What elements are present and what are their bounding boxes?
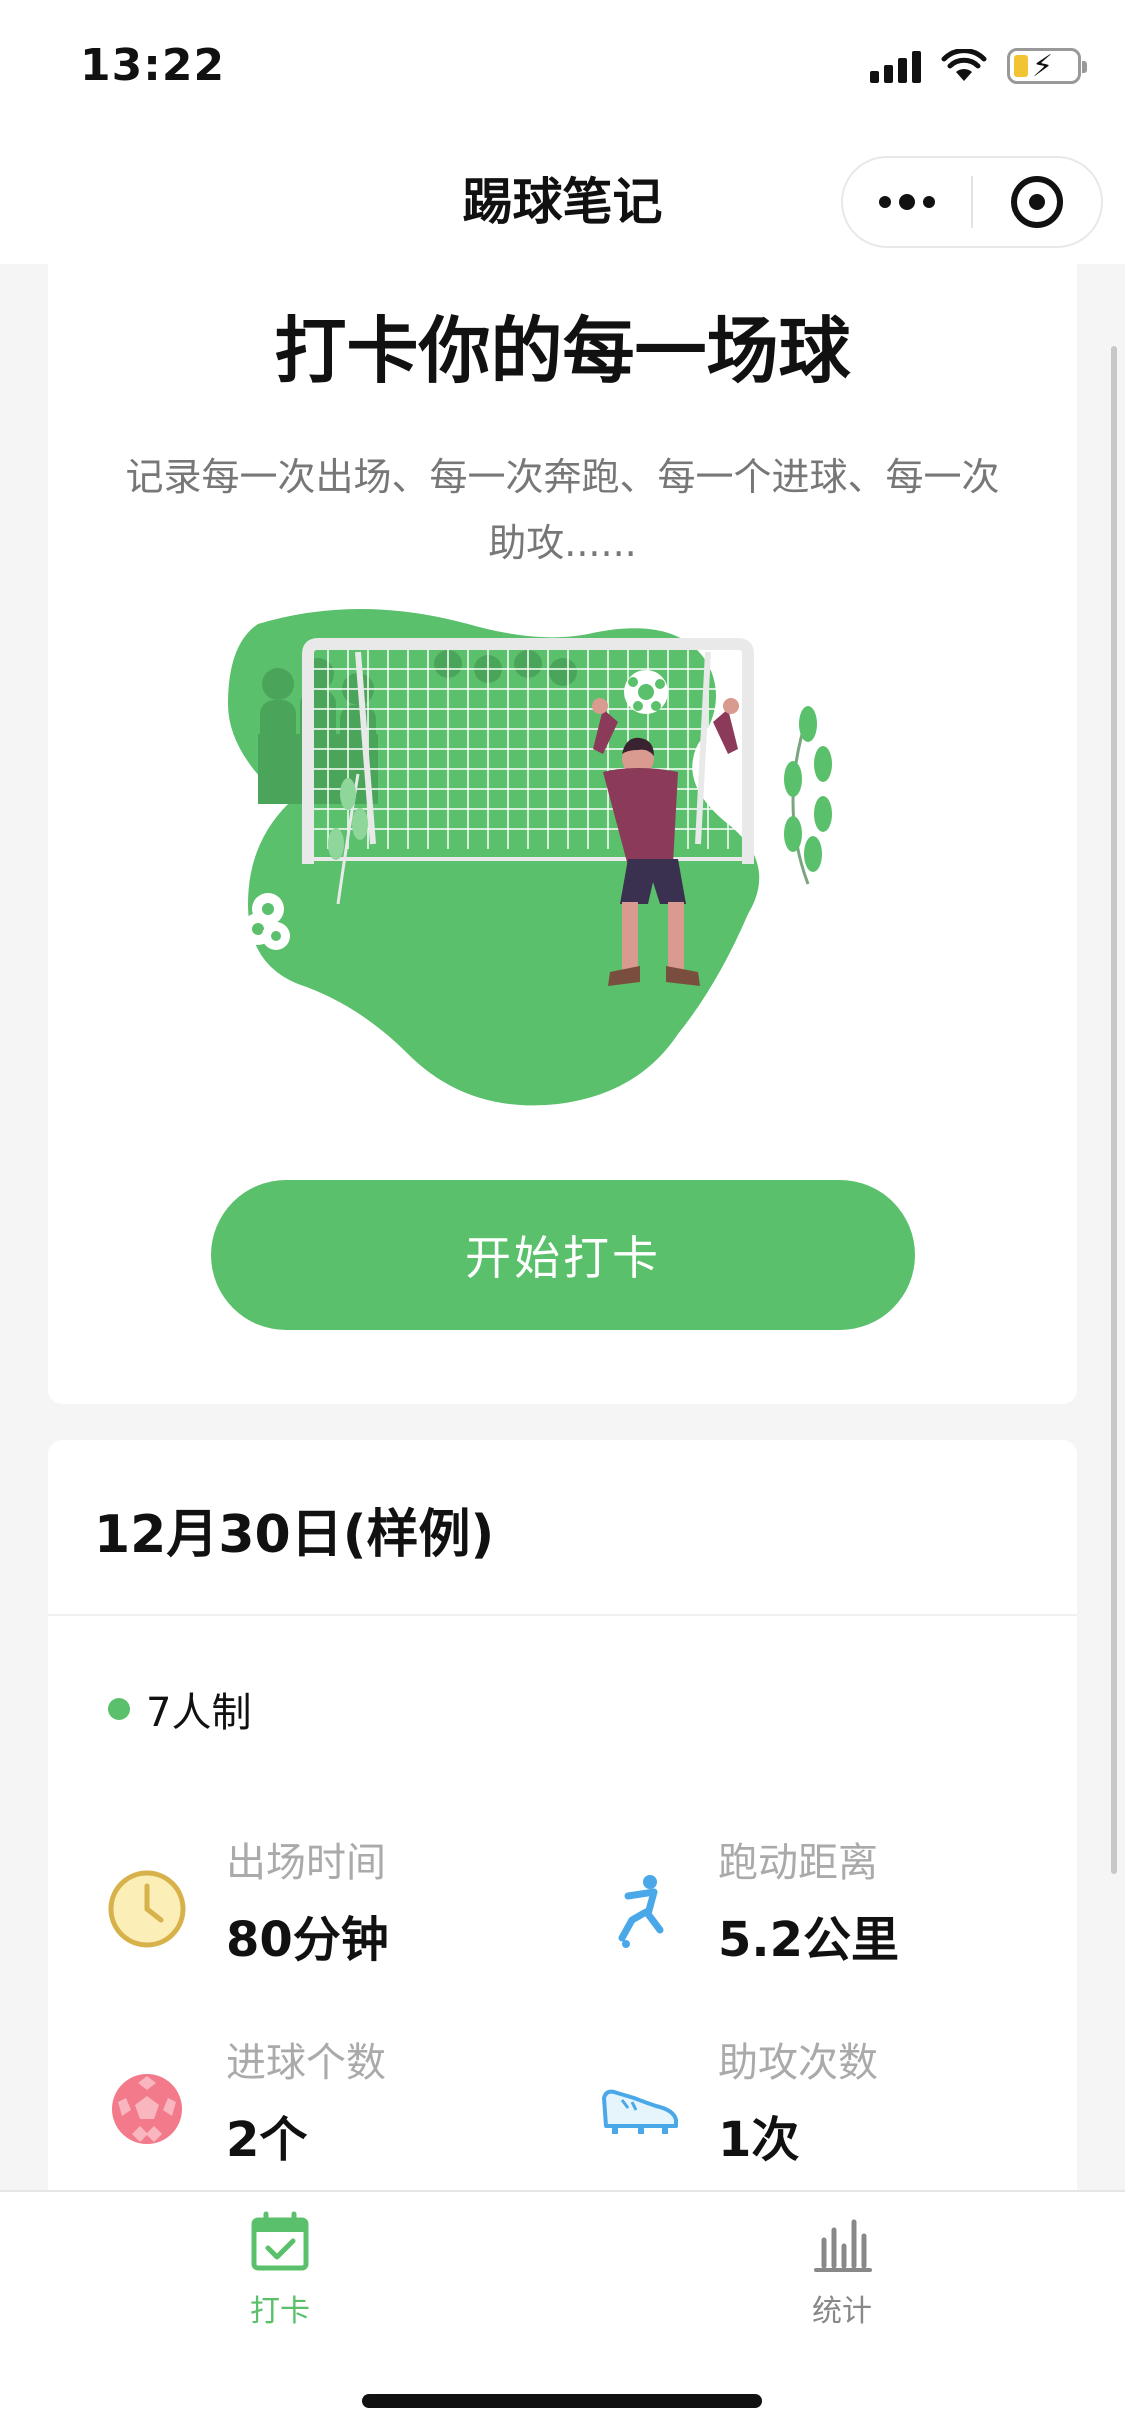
stat-value: 2个 <box>226 2112 308 2168</box>
bar-chart-icon <box>814 2219 872 2272</box>
record-date: 12月30日(样例) <box>94 1505 495 1565</box>
status-time: 13:22 <box>80 40 226 91</box>
more-dot-icon <box>899 194 915 210</box>
stat-goals: 进球个数 2个 <box>106 2020 576 2180</box>
capsule-menu <box>841 156 1103 248</box>
format-label: 7人制 <box>146 1690 252 1736</box>
calendar-check-icon <box>251 2211 309 2271</box>
battery-icon: ⚡ <box>1007 48 1087 84</box>
stat-playing-time: 出场时间 80分钟 <box>106 1820 576 1980</box>
tab-label: 打卡 <box>250 2294 310 2329</box>
home-indicator <box>362 2394 762 2408</box>
football-icon <box>112 2074 182 2144</box>
stat-label: 助攻次数 <box>718 2040 878 2086</box>
more-button[interactable] <box>843 158 971 246</box>
target-icon <box>1010 176 1063 228</box>
tab-stats[interactable]: 统计 <box>742 2210 942 2340</box>
runner-icon <box>618 1875 664 1948</box>
more-dot-icon <box>923 196 935 208</box>
hero-subtitle: 记录每一次出场、每一次奔跑、每一个进球、每一次助攻...... <box>125 455 1000 565</box>
format-dot-icon <box>108 1698 130 1720</box>
clock-icon <box>108 1870 186 1948</box>
more-dot-icon <box>879 196 891 208</box>
nav-bar: 踢球笔记 <box>0 132 1125 264</box>
divider <box>48 1614 1077 1616</box>
start-checkin-button[interactable]: 开始打卡 <box>211 1180 915 1330</box>
scrollbar[interactable] <box>1111 346 1117 1874</box>
tab-label: 统计 <box>812 2294 872 2329</box>
stat-label: 进球个数 <box>226 2040 386 2086</box>
status-bar: 13:22 ⚡ <box>0 0 1125 132</box>
tab-checkin[interactable]: 打卡 <box>180 2210 380 2340</box>
stat-running-distance: 跑动距离 5.2公里 <box>598 1820 1068 1980</box>
boot-icon <box>602 2089 678 2134</box>
hero-card: 打卡你的每一场球 记录每一次出场、每一次奔跑、每一个进球、每一次助攻...... <box>48 264 1077 1404</box>
hero-title: 打卡你的每一场球 <box>274 309 851 393</box>
wifi-icon <box>941 49 987 81</box>
stat-value: 80分钟 <box>226 1912 389 1968</box>
stat-assists: 助攻次数 1次 <box>598 2020 1068 2180</box>
stat-value: 5.2公里 <box>718 1912 900 1968</box>
goalkeeper-illustration <box>228 609 832 1106</box>
stat-value: 1次 <box>718 2112 800 2168</box>
match-format: 7人制 <box>108 1680 251 1738</box>
close-miniprogram-button[interactable] <box>973 158 1101 246</box>
stat-label: 跑动距离 <box>718 1840 878 1886</box>
signal-icon <box>870 49 921 83</box>
stat-label: 出场时间 <box>226 1840 386 1886</box>
status-icons: ⚡ <box>870 48 1087 84</box>
